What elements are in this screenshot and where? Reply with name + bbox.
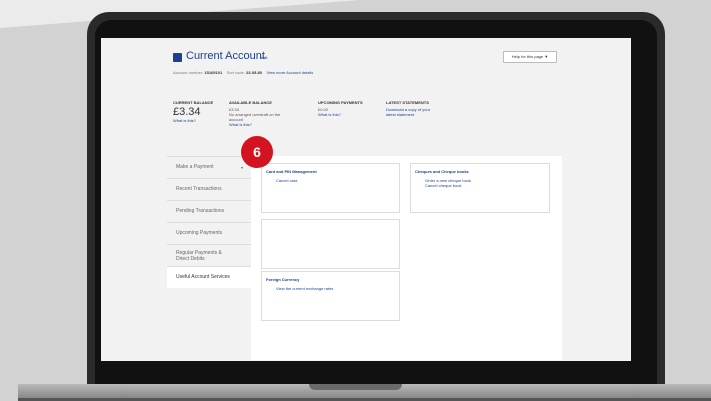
foreign-currency-card: Foreign Currency View the current exchan…	[261, 271, 400, 321]
page-title: Current Account	[186, 50, 265, 62]
foreign-currency-title[interactable]: Foreign Currency	[266, 277, 299, 282]
upcoming-payments: UPCOMING PAYMENTS £0.00 What is this?	[318, 100, 363, 117]
sort-code: 23-05-80	[245, 70, 262, 75]
services-panel: Card and PIN Management Cancel card Cheq…	[251, 156, 562, 360]
sidebar-item-upcoming-payments[interactable]: Upcoming Payments	[167, 222, 251, 244]
account-number: 15169101	[204, 70, 223, 75]
latest-statements: LATEST STATEMENTS Download a copy of you…	[386, 100, 430, 117]
card-pin-title[interactable]: Card and PIN Management	[266, 169, 317, 174]
sidebar-item-pending-transactions[interactable]: Pending Transactions	[167, 200, 251, 222]
help-dropdown[interactable]: Help for this page ▼	[503, 51, 557, 63]
account-meta: Account number: 15169101 Sort code: 23-0…	[173, 70, 313, 75]
sidebar-item-make-payment[interactable]: Make a Payment ▾	[167, 156, 251, 178]
laptop-notch	[309, 384, 402, 390]
sidebar-item-regular-payments[interactable]: Regular Payments & Direct Debits	[167, 244, 251, 266]
upcoming-payments-heading: UPCOMING PAYMENTS	[318, 100, 363, 105]
upcoming-payments-help-link[interactable]: What is this?	[318, 112, 363, 117]
current-balance: CURRENT BALANCE £3.34 What is this?	[173, 100, 213, 123]
card-pin-management-card: Card and PIN Management Cancel card	[261, 163, 400, 213]
statement-download-link-2[interactable]: latest statement	[386, 112, 430, 117]
available-balance-heading: AVAILABLE BALANCE	[229, 100, 272, 105]
exchange-rates-link[interactable]: View the current exchange rates	[276, 286, 333, 291]
sidebar-item-label: Make a Payment	[176, 164, 214, 170]
cancel-card-link[interactable]: Cancel card	[276, 178, 297, 183]
account-number-label: Account number:	[173, 70, 204, 75]
edit-link[interactable]: edit	[261, 55, 267, 60]
current-balance-help-link[interactable]: What is this?	[173, 118, 213, 123]
sidebar: Make a Payment ▾ Recent Transactions Pen…	[167, 156, 251, 288]
empty-card	[261, 219, 400, 269]
cheques-card: Cheques and Cheque books Order a new che…	[410, 163, 550, 213]
wallet-icon	[173, 53, 182, 62]
screen: Current Account edit Help for this page …	[101, 38, 631, 361]
current-balance-value: £3.34	[173, 106, 201, 118]
step-number-badge: 6	[241, 136, 273, 168]
latest-statements-heading: LATEST STATEMENTS	[386, 100, 429, 105]
account-details-link[interactable]: View more Account details	[266, 70, 313, 75]
current-balance-heading: CURRENT BALANCE	[173, 100, 214, 105]
sidebar-item-recent-transactions[interactable]: Recent Transactions	[167, 178, 251, 200]
sort-code-label: Sort code:	[226, 70, 245, 75]
sidebar-item-label-line2: Direct Debits	[176, 256, 205, 262]
sidebar-item-useful-services[interactable]: Useful Account Services	[167, 266, 251, 288]
available-balance: AVAILABLE BALANCE £3.34 No arranged over…	[229, 100, 280, 127]
cancel-cheque-book-link[interactable]: Cancel cheque book	[425, 183, 461, 188]
available-balance-help-link[interactable]: What is this?	[229, 122, 280, 127]
cheques-title[interactable]: Cheques and Cheque books	[415, 169, 469, 174]
